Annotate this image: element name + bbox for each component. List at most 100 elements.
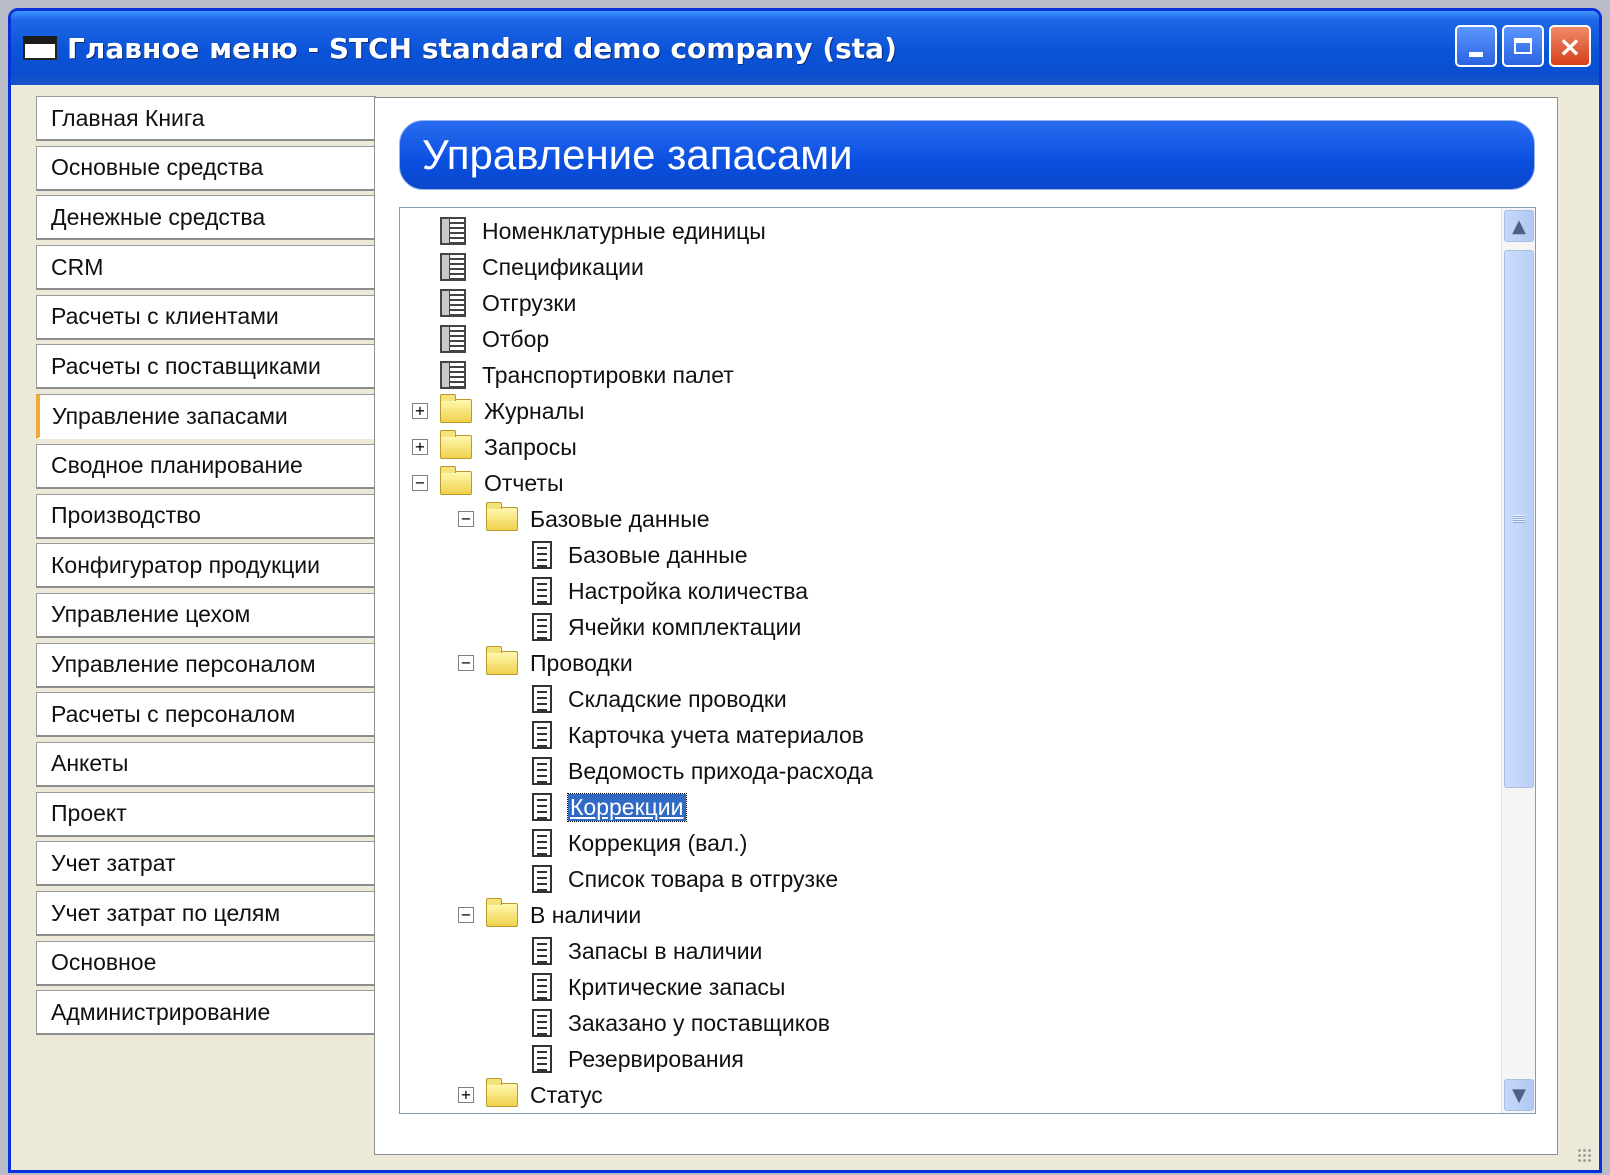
close-icon: ×	[1558, 29, 1582, 63]
maximize-button[interactable]	[1502, 25, 1544, 67]
tree-node-label: Настройка количества	[568, 577, 809, 604]
report-icon	[532, 685, 552, 713]
tree-node[interactable]: Карточка учета материалов	[504, 718, 864, 752]
tree-node[interactable]: Запасы в наличии	[504, 934, 762, 968]
expand-icon[interactable]: +	[412, 403, 428, 419]
tree-node[interactable]: − Базовые данные	[458, 502, 710, 536]
tree-node[interactable]: + Запросы	[412, 430, 577, 464]
nav-item[interactable]: Проект	[36, 791, 376, 837]
title-bar[interactable]: Главное меню - STCH standard demo compan…	[11, 11, 1599, 85]
tree-node[interactable]: Коррекции	[504, 790, 687, 824]
tree-node-label: Статус	[530, 1081, 603, 1108]
nav-item[interactable]: Основные средства	[36, 145, 376, 191]
collapse-icon[interactable]: −	[458, 511, 474, 527]
tree-node-label: Список товара в отгрузке	[568, 865, 839, 892]
scroll-thumb[interactable]	[1504, 250, 1534, 788]
expand-icon[interactable]: +	[458, 1087, 474, 1103]
folder-icon	[440, 394, 472, 423]
vertical-scrollbar[interactable]: ▲ ▼	[1501, 208, 1535, 1113]
nav-item[interactable]: Управление запасами	[36, 394, 381, 440]
tree-node[interactable]: Базовые данные	[504, 538, 748, 572]
collapse-icon[interactable]: −	[412, 475, 428, 491]
tree-node[interactable]: Критические запасы	[504, 970, 785, 1004]
folder-icon	[486, 1078, 518, 1107]
report-icon	[532, 1009, 552, 1037]
report-icon	[532, 577, 552, 605]
tree-node[interactable]: Спецификации	[412, 250, 644, 284]
chevron-down-icon: ▼	[1512, 1084, 1526, 1106]
report-icon	[532, 541, 552, 569]
tree-node[interactable]: Настройка количества	[504, 574, 808, 608]
collapse-icon[interactable]: −	[458, 907, 474, 923]
tree-node[interactable]: Ведомость прихода-расхода	[504, 754, 873, 788]
close-button[interactable]: ×	[1549, 25, 1591, 67]
minimize-button[interactable]	[1455, 25, 1497, 67]
nav-item[interactable]: Денежные средства	[36, 195, 376, 241]
nav-item[interactable]: Главная Книга	[36, 96, 376, 141]
window-controls: ×	[1455, 25, 1591, 67]
nav-item[interactable]: Управление цехом	[36, 592, 376, 638]
tree-node[interactable]: − В наличии	[458, 898, 641, 932]
nav-item[interactable]: Конфигуратор продукции	[36, 543, 376, 589]
nav-item[interactable]: Производство	[36, 493, 376, 539]
grip-icon	[1513, 515, 1525, 523]
tree-node[interactable]: Транспортировки палет	[412, 358, 734, 392]
tree-node[interactable]: Заказано у поставщиков	[504, 1006, 830, 1040]
window-icon	[23, 36, 57, 60]
list-form-icon	[440, 361, 466, 389]
collapse-icon[interactable]: −	[458, 655, 474, 671]
section-title: Управление запасами	[422, 131, 853, 178]
report-icon	[532, 937, 552, 965]
chevron-up-icon: ▲	[1512, 215, 1526, 237]
tree-node[interactable]: Складские проводки	[504, 682, 787, 716]
folder-icon	[486, 898, 518, 927]
nav-item[interactable]: Управление персоналом	[36, 642, 376, 688]
menu-tree: Номенклатурные единицы Спецификации Отгруз…	[399, 207, 1536, 1114]
folder-icon	[440, 430, 472, 459]
tree-node[interactable]: Резервирования	[504, 1042, 744, 1076]
tree-node-label: Номенклатурные единицы	[482, 217, 766, 244]
tree-node[interactable]: Ячейки комплектации	[504, 610, 801, 644]
report-icon	[532, 721, 552, 749]
nav-item[interactable]: Учет затрат по целям	[36, 891, 376, 936]
tree-node[interactable]: − Отчеты	[412, 466, 564, 500]
list-form-icon	[440, 289, 466, 317]
scroll-up-button[interactable]: ▲	[1504, 210, 1534, 242]
tree-node-label: Заказано у поставщиков	[568, 1009, 831, 1036]
resize-grip-icon[interactable]	[1577, 1148, 1593, 1164]
report-icon	[532, 865, 552, 893]
tree-node-label: Запасы в наличии	[568, 937, 763, 964]
content-panel: Управление запасами Номенклатурные едини…	[374, 97, 1558, 1155]
nav-item[interactable]: Анкеты	[36, 741, 376, 787]
tree-node[interactable]: Номенклатурные единицы	[412, 214, 766, 248]
nav-item[interactable]: Основное	[36, 940, 376, 986]
nav-item[interactable]: Сводное планирование	[36, 443, 376, 489]
tree-node-label: Складские проводки	[568, 685, 787, 712]
tree-node-label-selected: Коррекции	[567, 792, 687, 822]
window-title: Главное меню - STCH standard demo compan…	[67, 31, 897, 65]
tree-node[interactable]: + Статус	[458, 1078, 603, 1112]
list-form-icon	[440, 325, 466, 353]
nav-item[interactable]: CRM	[36, 245, 376, 291]
tree-node[interactable]: Коррекция (вал.)	[504, 826, 747, 860]
tree-node-label: Отчеты	[484, 469, 564, 496]
main-menu-window: Главное меню - STCH standard demo compan…	[8, 8, 1602, 1173]
tree-node[interactable]: + Журналы	[412, 394, 584, 428]
nav-item[interactable]: Администрирование	[36, 990, 376, 1036]
tree-node[interactable]: Отгрузки	[412, 286, 576, 320]
tree-node[interactable]: − Проводки	[458, 646, 633, 680]
tree-node-label: Ведомость прихода-расхода	[568, 757, 874, 784]
tree-node-label: Критические запасы	[568, 973, 786, 1000]
tree-node[interactable]: Отбор	[412, 322, 549, 356]
nav-item[interactable]: Учет затрат	[36, 841, 376, 887]
expand-icon[interactable]: +	[412, 439, 428, 455]
nav-item[interactable]: Расчеты с персоналом	[36, 692, 376, 738]
tree-node[interactable]: Список товара в отгрузке	[504, 862, 838, 896]
tree-node-label: В наличии	[530, 901, 642, 928]
tree-node-label: Коррекция (вал.)	[568, 829, 748, 856]
nav-item[interactable]: Расчеты с клиентами	[36, 294, 376, 340]
folder-icon	[440, 466, 472, 495]
tree-node-label: Отгрузки	[482, 289, 577, 316]
nav-item[interactable]: Расчеты с поставщиками	[36, 344, 376, 390]
scroll-down-button[interactable]: ▼	[1504, 1079, 1534, 1111]
